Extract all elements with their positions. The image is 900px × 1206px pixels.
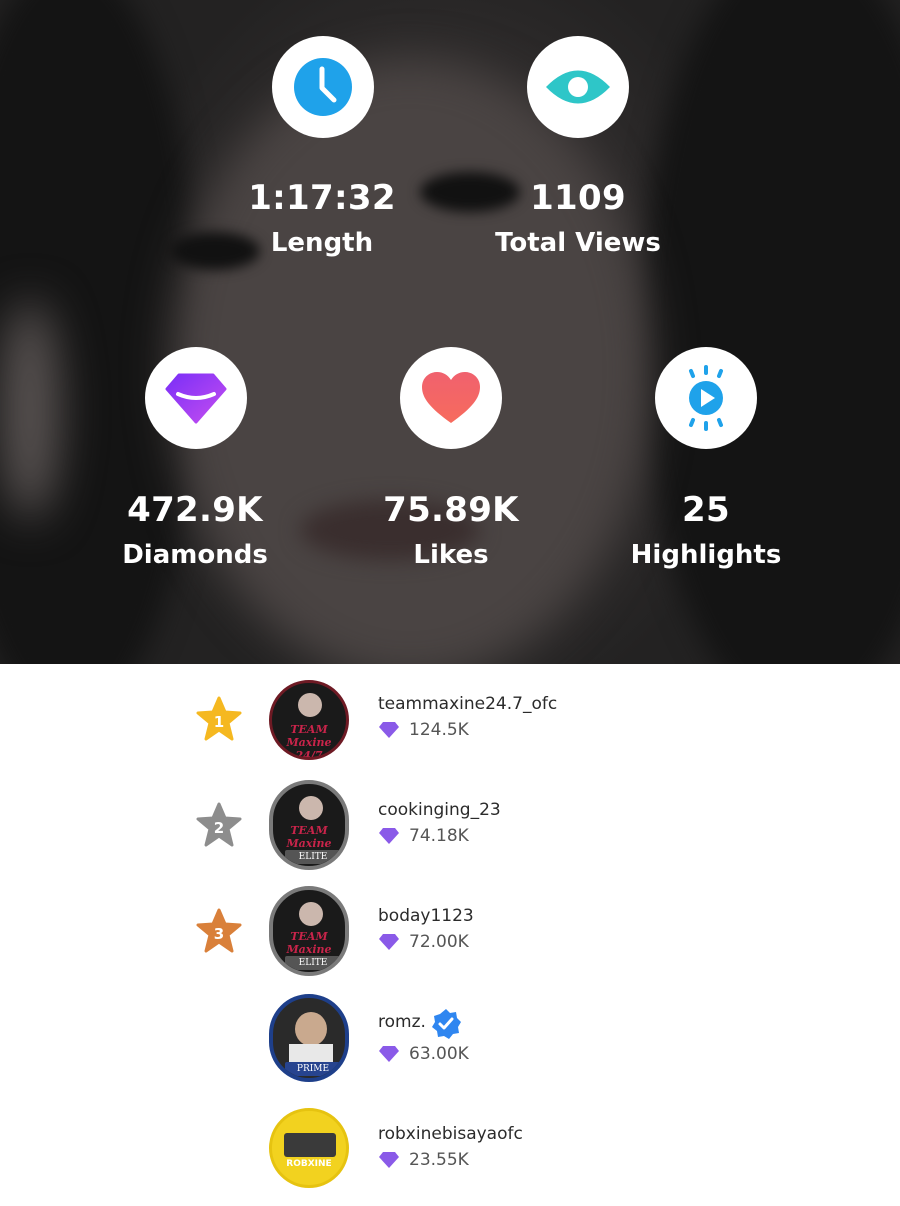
username[interactable]: robxinebisayaofc xyxy=(378,1124,523,1144)
gold-rank-star-icon: 1 xyxy=(196,696,242,741)
avatar[interactable]: TEAM Maxine 24/7 xyxy=(269,680,349,760)
diamond-count: 23.55K xyxy=(378,1150,469,1170)
clock-icon xyxy=(294,58,352,116)
avatar[interactable]: TEAM Maxine 24/7 ELITE xyxy=(269,886,349,976)
avatar[interactable]: TEAM Maxine 24/7 ELITE xyxy=(269,780,349,870)
heart-icon xyxy=(422,372,480,423)
ranking-row[interactable]: ROBXINE robxinebisayaofc 23.55K xyxy=(0,1100,900,1206)
elite-badge: ELITE xyxy=(285,956,341,970)
diamond-count-value: 23.55K xyxy=(409,1150,469,1170)
prime-badge: PRIME xyxy=(285,1062,341,1076)
diamond-count: 63.00K xyxy=(378,1044,469,1064)
ranking-row[interactable]: 2 TEAM Maxine 24/7 ELITE cookinging_23 7… xyxy=(0,772,900,878)
rank-number: 1 xyxy=(214,713,224,731)
length-icon-circle xyxy=(272,36,374,138)
username[interactable]: teammaxine24.7_ofc xyxy=(378,694,557,714)
background-face xyxy=(170,60,650,664)
username[interactable]: cookinging_23 xyxy=(378,800,501,820)
diamond-count-value: 63.00K xyxy=(409,1044,469,1064)
diamond-icon xyxy=(165,373,227,424)
avatar-face xyxy=(298,693,322,717)
rank-number: 3 xyxy=(214,925,224,943)
diamonds-value: 472.9K xyxy=(127,490,263,530)
avatar-shirt xyxy=(289,1044,333,1064)
diamond-count: 72.00K xyxy=(378,932,469,952)
highlights-play-icon xyxy=(689,365,723,431)
silver-rank-star-icon: 2 xyxy=(196,802,242,847)
diamond-icon xyxy=(379,1152,399,1168)
avatar[interactable]: ROBXINE xyxy=(269,1108,349,1188)
avatar-logo-text: TEAM Maxine 24/7 xyxy=(286,723,332,760)
length-label: Length xyxy=(270,228,374,258)
ranking-row[interactable]: 3 TEAM Maxine 24/7 ELITE boday1123 72.00… xyxy=(0,878,900,984)
diamonds-icon-circle xyxy=(145,347,247,449)
avatar-face xyxy=(299,902,323,926)
diamond-count-value: 124.5K xyxy=(409,720,469,740)
length-value: 1:17:32 xyxy=(248,178,396,218)
elite-badge: ELITE xyxy=(285,850,341,864)
ranking-row[interactable]: PRIME romz. 63.00K xyxy=(0,990,900,1096)
username[interactable]: romz. xyxy=(378,1012,426,1032)
diamond-count-value: 72.00K xyxy=(409,932,469,952)
avatar-photo xyxy=(284,1133,336,1157)
background-hand xyxy=(0,300,60,520)
diamond-icon xyxy=(379,1046,399,1062)
likes-label: Likes xyxy=(413,540,489,570)
highlights-icon-circle xyxy=(655,347,757,449)
highlights-value: 25 xyxy=(682,490,730,530)
likes-icon-circle xyxy=(400,347,502,449)
likes-value: 75.89K xyxy=(383,490,519,530)
avatar-face xyxy=(299,796,323,820)
views-icon-circle xyxy=(527,36,629,138)
views-label: Total Views xyxy=(495,228,661,258)
avatar-face xyxy=(295,1012,327,1046)
diamonds-label: Diamonds xyxy=(122,540,268,570)
views-value: 1109 xyxy=(530,178,626,218)
diamond-count: 74.18K xyxy=(378,826,469,846)
live-summary-hero: 1:17:32 Length 1109 Total Views 472.9K D… xyxy=(0,0,900,664)
diamond-icon xyxy=(379,934,399,950)
diamond-icon xyxy=(379,722,399,738)
highlights-label: Highlights xyxy=(630,540,782,570)
diamond-icon xyxy=(379,828,399,844)
avatar[interactable]: PRIME xyxy=(269,994,349,1082)
bronze-rank-star-icon: 3 xyxy=(196,908,242,953)
diamond-count-value: 74.18K xyxy=(409,826,469,846)
avatar-logo-text: ROBXINE xyxy=(286,1159,332,1169)
diamond-count: 124.5K xyxy=(378,720,469,740)
rank-number: 2 xyxy=(214,819,224,837)
ranking-row[interactable]: 1 TEAM Maxine 24/7 teammaxine24.7_ofc 12… xyxy=(0,666,900,772)
eye-icon xyxy=(546,70,610,104)
username[interactable]: boday1123 xyxy=(378,906,474,926)
verified-badge-icon xyxy=(432,1009,461,1039)
